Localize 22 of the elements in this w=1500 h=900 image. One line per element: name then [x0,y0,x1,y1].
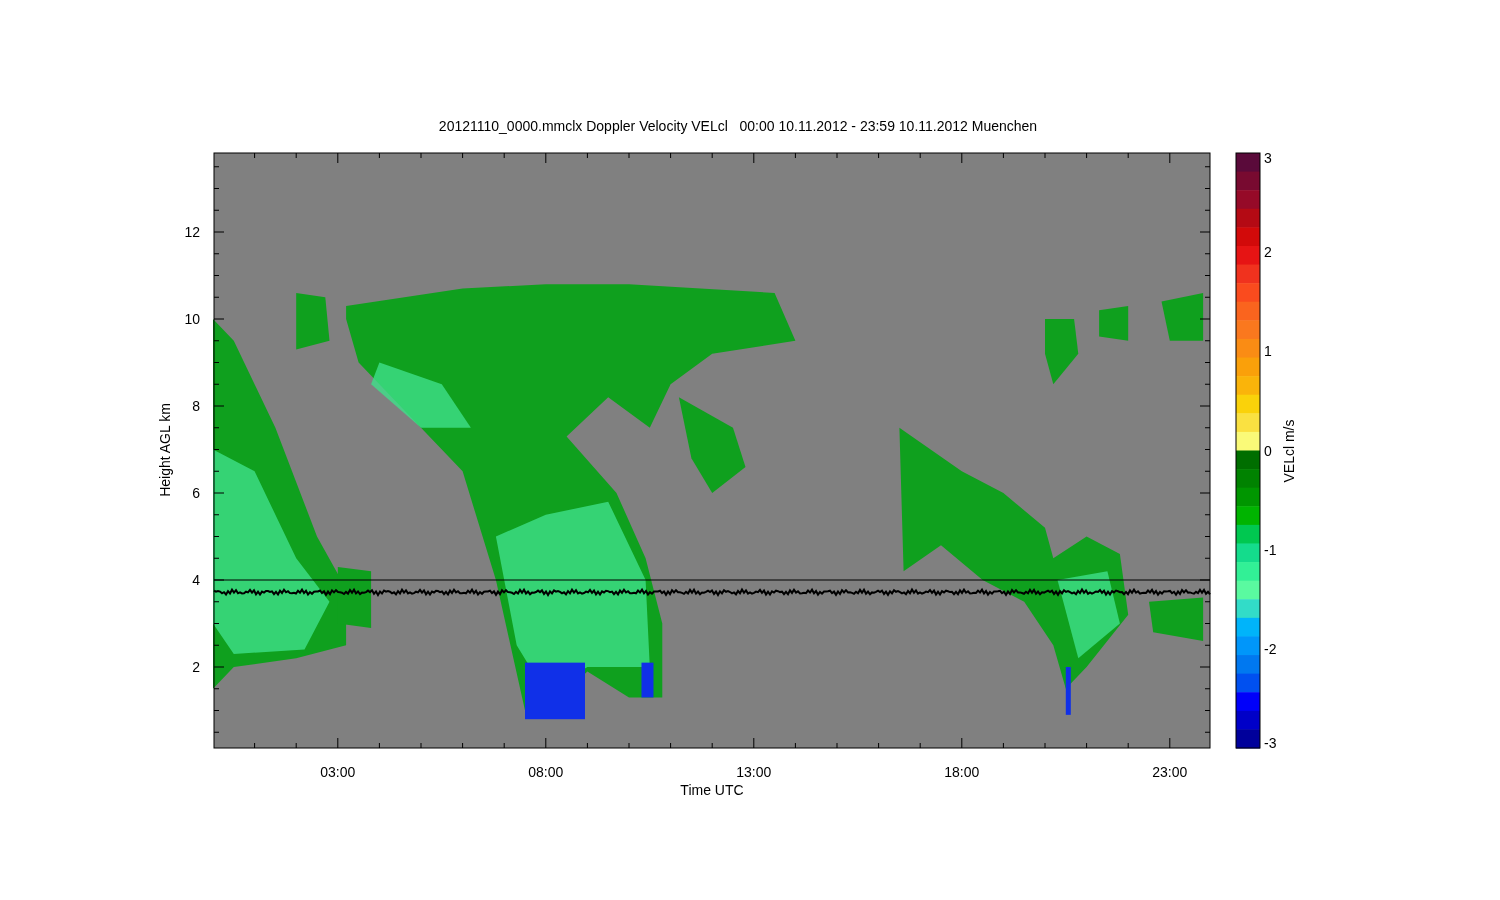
x-tick-label: 08:00 [528,764,564,780]
x-tick-label: 18:00 [944,764,980,780]
y-tick-label: 2 [192,659,200,675]
colorbar-tick-label: -2 [1264,640,1277,657]
y-tick-label: 8 [192,398,200,414]
colorbar-tick-label: -3 [1264,735,1277,751]
y-tick-label: 10 [184,311,200,327]
x-tick-label: 23:00 [1152,764,1188,780]
y-tick-label: 12 [184,224,200,240]
plot-title: 20121110_0000.mmclx Doppler Velocity VELcl 00:00 10.11.2012 - 23:59 10.11.2012 Muenchen [438,118,1038,134]
colorbar-label: VELcl m/s [1281,419,1297,483]
y-tick-label: 6 [192,485,200,501]
y-axis-label: Height AGL km [157,403,173,497]
colorbar-tick-label: 2 [1264,244,1272,261]
colorbar-tick-label: -1 [1264,541,1277,558]
colorbar-tick-label: 1 [1264,343,1272,360]
colorbar-tick-label: 3 [1264,150,1272,166]
colorbar-tick-label: 0 [1264,442,1272,459]
x-axis-label: Time UTC [680,782,744,798]
y-tick-label: 4 [192,572,200,588]
x-tick-label: 03:00 [320,764,356,780]
x-tick-label: 13:00 [736,764,772,780]
